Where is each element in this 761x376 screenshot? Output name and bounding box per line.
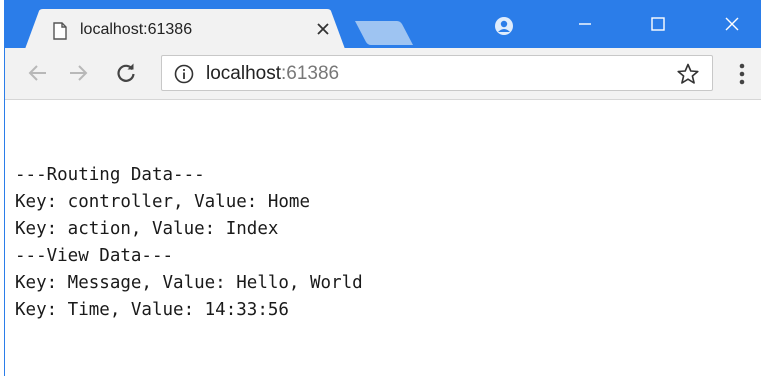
tab-active[interactable]: localhost:61386 <box>25 9 345 49</box>
info-icon[interactable] <box>174 64 194 84</box>
tab-title: localhost:61386 <box>80 21 193 38</box>
content-line: ---Routing Data--- <box>15 165 205 185</box>
back-icon <box>28 65 46 81</box>
content-line: Key: Time, Value: 14:33:56 <box>15 300 289 320</box>
reload-icon <box>117 63 135 82</box>
profile-icon[interactable] <box>494 16 514 36</box>
maximize-icon <box>651 17 665 31</box>
minimize-button[interactable] <box>555 0 615 48</box>
address-bar[interactable]: localhost:61386 <box>161 55 713 91</box>
title-bar: localhost:61386 <box>5 0 761 49</box>
content-line: Key: controller, Value: Home <box>15 192 311 212</box>
new-tab-button[interactable] <box>355 21 413 45</box>
reload-button[interactable] <box>111 58 141 88</box>
minimize-icon <box>579 23 591 25</box>
tab-close-icon[interactable] <box>311 17 335 41</box>
content-line: Key: Message, Value: Hello, World <box>15 273 363 293</box>
url-text[interactable]: localhost:61386 <box>206 63 339 85</box>
forward-button[interactable] <box>63 58 93 88</box>
content-line: ---View Data--- <box>15 246 174 266</box>
close-window-button[interactable] <box>702 0 761 48</box>
url-host: localhost <box>206 63 281 84</box>
forward-icon <box>70 65 88 81</box>
url-port: :61386 <box>281 63 340 84</box>
close-icon <box>725 17 739 31</box>
content-line: Key: action, Value: Index <box>15 219 279 239</box>
star-icon[interactable] <box>676 62 700 86</box>
menu-icon[interactable] <box>730 60 754 88</box>
page-content: ---Routing Data--- Key: controller, Valu… <box>15 162 363 324</box>
toolbar: localhost:61386 <box>5 48 761 100</box>
back-button[interactable] <box>23 58 53 88</box>
page-icon <box>53 22 67 40</box>
maximize-button[interactable] <box>628 0 688 48</box>
